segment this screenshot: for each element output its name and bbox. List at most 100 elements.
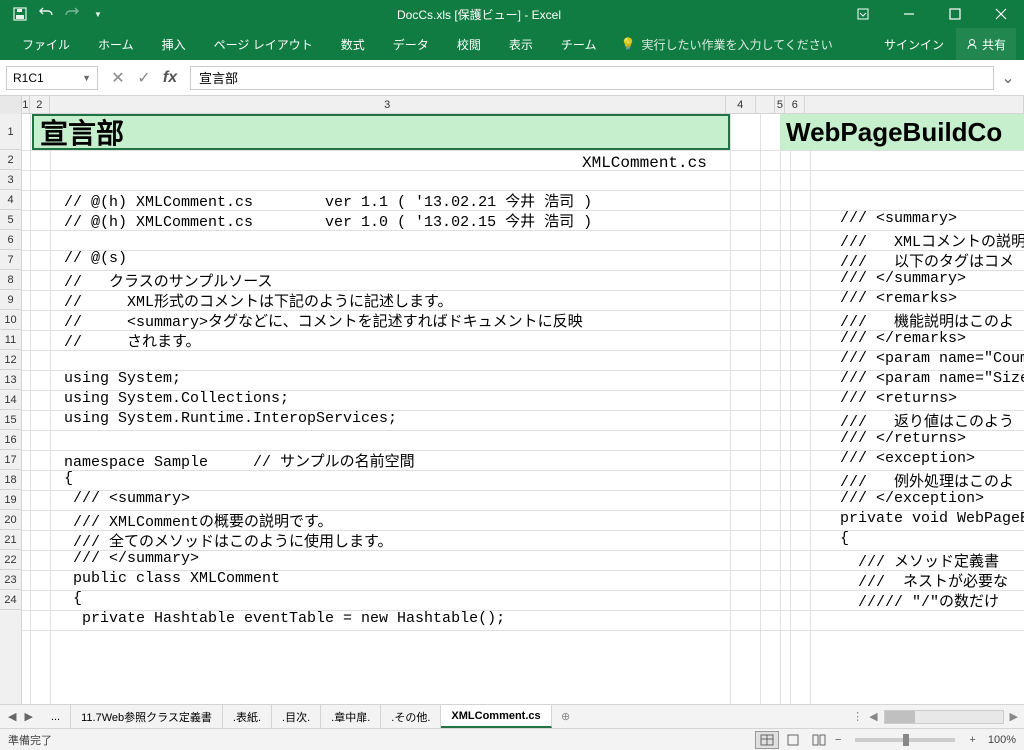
code-cell[interactable]: /// </remarks> [822,330,1024,347]
code-cell[interactable]: /// </summary> [64,550,199,567]
tab-view[interactable]: 表示 [495,28,547,60]
code-cell[interactable]: // されます。 [64,330,201,351]
code-cell[interactable]: // @(s) [64,250,127,267]
code-cell[interactable]: using System.Runtime.InteropServices; [64,410,397,427]
header-cell-right[interactable]: WebPageBuildCo [780,114,1024,150]
add-sheet-button[interactable]: ⊕ [552,705,580,728]
row-header[interactable]: 5 [0,210,21,230]
tab-file[interactable]: ファイル [8,28,84,60]
tab-page-layout[interactable]: ページ レイアウト [200,28,327,60]
header-cell-left[interactable]: 宣言部 [32,114,730,150]
row-header[interactable]: 11 [0,330,21,350]
fx-icon[interactable]: fx [158,66,182,90]
code-cell[interactable]: private void WebPageBu [822,510,1024,527]
code-cell[interactable]: { [64,470,73,487]
row-header[interactable]: 24 [0,590,21,610]
undo-icon[interactable] [36,4,56,24]
tab-team[interactable]: チーム [547,28,611,60]
maximize-button[interactable] [932,0,978,28]
code-cell[interactable]: using System; [64,370,181,387]
row-header[interactable]: 8 [0,270,21,290]
row-header[interactable]: 16 [0,430,21,450]
row-header[interactable]: 2 [0,150,21,170]
view-page-layout-icon[interactable] [781,731,805,749]
select-all-corner[interactable] [0,96,22,114]
row-header[interactable]: 1 [0,114,21,150]
tab-review[interactable]: 校閲 [443,28,495,60]
code-cell[interactable]: { [64,590,82,607]
sheet-nav-next-icon[interactable]: ▶ [24,710,32,723]
code-cell[interactable]: /// <summary> [822,210,1024,227]
row-header[interactable]: 14 [0,390,21,410]
code-cell[interactable]: /// 機能説明はこのよ [822,310,1024,331]
sheet-tab[interactable]: ... [41,705,71,728]
code-cell[interactable]: /// <summary> [64,490,190,507]
code-cell[interactable]: // <summary>タグなどに、コメントを記述すればドキュメントに反映 [64,310,583,331]
column-header[interactable] [805,96,1024,113]
sheet-nav-prev-icon[interactable]: ◀ [8,710,16,723]
code-cell[interactable]: /// ネストが必要な [822,570,1024,591]
row-header[interactable]: 13 [0,370,21,390]
signin-link[interactable]: サインイン [872,28,956,60]
row-header[interactable]: 19 [0,490,21,510]
ribbon-options-icon[interactable] [840,0,886,28]
column-header[interactable]: 1 [22,96,30,113]
name-box[interactable]: R1C1 ▼ [6,66,98,90]
row-header[interactable]: 22 [0,550,21,570]
tell-me-search[interactable]: 💡 実行したい作業を入力してください [610,28,842,60]
redo-icon[interactable] [62,4,82,24]
column-header[interactable]: 3 [50,96,726,113]
code-cell[interactable]: namespace Sample // サンプルの名前空間 [64,450,415,471]
code-cell[interactable]: /// 例外処理はこのよ [822,470,1024,491]
code-cell[interactable]: /// <exception> [822,450,1024,467]
code-cell[interactable]: /// </exception> [822,490,1024,507]
code-cell[interactable]: { [822,530,1024,547]
code-cell[interactable]: /// <returns> [822,390,1024,407]
row-header[interactable]: 18 [0,470,21,490]
worksheet-grid[interactable]: 123456 123456789101112131415161718192021… [0,96,1024,704]
tab-insert[interactable]: 挿入 [148,28,200,60]
row-header[interactable]: 3 [0,170,21,190]
row-header[interactable]: 15 [0,410,21,430]
code-cell[interactable]: /// 全てのメソッドはこのように使用します。 [64,530,393,551]
code-cell[interactable]: public class XMLComment [64,570,280,587]
minimize-button[interactable] [886,0,932,28]
formula-input[interactable]: 宣言部 [190,66,994,90]
code-cell[interactable]: /// <remarks> [822,290,1024,307]
column-header[interactable]: 6 [785,96,805,113]
code-cell[interactable]: /// 返り値はこのよう [822,410,1024,431]
chevron-down-icon[interactable]: ▼ [82,73,91,83]
code-cell[interactable]: /// <param name="Coumm [822,350,1024,367]
code-cell[interactable]: /// <param name="Size" [822,370,1024,387]
code-cell[interactable]: // クラスのサンプルソース [64,270,273,291]
tab-data[interactable]: データ [379,28,443,60]
sheet-tab[interactable]: XMLComment.cs [441,705,551,728]
share-button[interactable]: 共有 [956,28,1016,60]
code-cell[interactable]: /// XMLCommentの概要の説明です。 [64,510,333,531]
zoom-in-button[interactable]: + [965,734,979,746]
view-normal-icon[interactable] [755,731,779,749]
row-header[interactable]: 20 [0,510,21,530]
accept-formula-icon[interactable]: ✓ [132,66,156,90]
cancel-formula-icon[interactable]: ✕ [106,66,130,90]
column-header[interactable]: 4 [726,96,756,113]
row-header[interactable]: 6 [0,230,21,250]
sheet-tab[interactable]: 11.7Web参照クラス定義書 [71,705,223,728]
column-header[interactable]: 2 [30,96,50,113]
code-cell[interactable]: /// XMLコメントの説明 [822,230,1024,251]
column-header[interactable]: 5 [775,96,785,113]
tab-split-icon[interactable]: ⋮ [852,710,863,723]
tab-home[interactable]: ホーム [84,28,148,60]
column-header[interactable] [756,96,776,113]
row-header[interactable]: 12 [0,350,21,370]
sheet-tab[interactable]: .目次. [272,705,321,728]
row-header[interactable]: 21 [0,530,21,550]
row-header[interactable]: 4 [0,190,21,210]
save-icon[interactable] [10,4,30,24]
qat-customize-icon[interactable]: ▼ [88,4,108,24]
code-cell[interactable]: // XML形式のコメントは下記のように記述します。 [64,290,453,311]
zoom-out-button[interactable]: − [831,734,845,746]
row-header[interactable]: 9 [0,290,21,310]
horizontal-scrollbar[interactable] [884,710,1004,724]
sheet-tab[interactable]: .その他. [381,705,441,728]
